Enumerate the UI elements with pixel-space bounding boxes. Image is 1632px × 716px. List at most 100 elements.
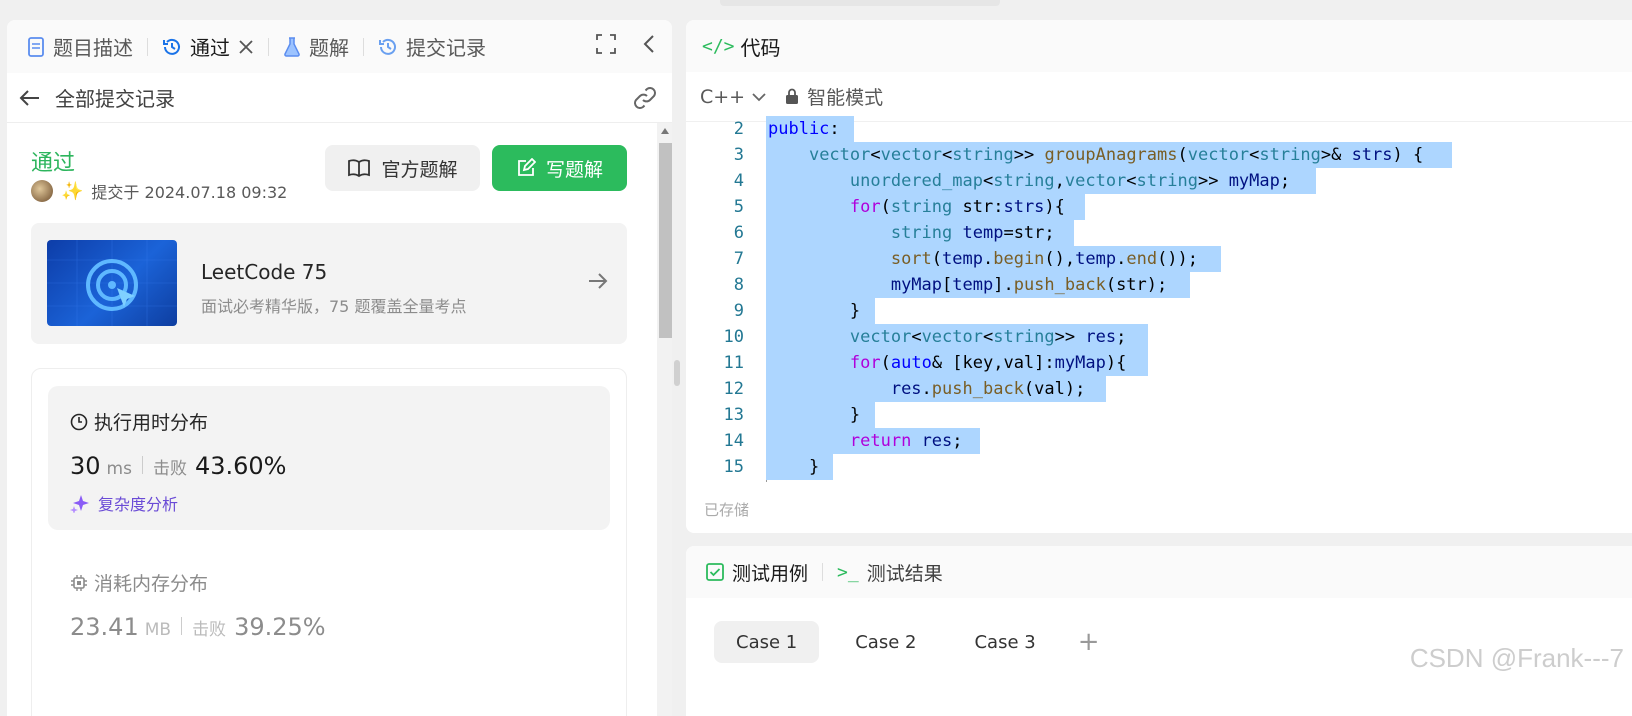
top-strip — [720, 0, 1000, 6]
code-text: string temp=str; — [890, 223, 1055, 243]
button-label: 官方题解 — [381, 158, 458, 181]
code-line[interactable]: 14 return res; — [686, 428, 1632, 454]
chevron-left-icon[interactable] — [642, 34, 656, 54]
code-text: public: — [768, 119, 840, 139]
caret-up-icon[interactable] — [660, 127, 670, 135]
code-line[interactable]: 3 vector<vector<string>> groupAnagrams(v… — [686, 142, 1632, 168]
line-number: 4 — [733, 171, 744, 191]
language-select[interactable]: C++ — [700, 86, 767, 108]
target-cursor-icon — [47, 240, 177, 326]
code-line[interactable]: 4 unordered_map<string,vector<string>> m… — [686, 168, 1632, 194]
code-text: return res; — [849, 431, 963, 451]
line-number: 9 — [733, 301, 744, 321]
smart-mode-toggle[interactable]: 智能模式 — [785, 83, 883, 110]
write-solution-button[interactable]: 写题解 — [492, 145, 627, 191]
promo-image — [47, 240, 177, 326]
fullscreen-icon[interactable] — [596, 34, 616, 54]
code-text: unordered_map<string,vector<string>> myM… — [849, 171, 1291, 191]
promo-card[interactable]: LeetCode 75 面试必考精华版，75 题覆盖全量考点 — [31, 223, 627, 344]
code-text: res.push_back(val); — [890, 379, 1086, 399]
case-tab[interactable]: Case 3 — [952, 621, 1057, 663]
tab-label: 测试用例 — [732, 562, 809, 585]
arrow-right-icon — [589, 273, 608, 289]
code-line[interactable]: 9 } — [686, 298, 1632, 324]
document-icon — [28, 36, 44, 57]
beat-label: 击败 — [192, 620, 227, 640]
promo-subtitle: 面试必考精华版，75 题覆盖全量考点 — [201, 297, 467, 316]
code-line[interactable]: 8 myMap[temp].push_back(str); — [686, 272, 1632, 298]
avatar[interactable] — [31, 180, 53, 202]
runtime-heading: 执行用时分布 — [70, 408, 208, 435]
code-line[interactable]: 7 sort(temp.begin(),temp.end()); — [686, 246, 1632, 272]
language-label: C++ — [700, 85, 746, 108]
chevron-down-icon — [752, 92, 766, 101]
code-text: myMap[temp].push_back(str); — [890, 275, 1168, 295]
line-number: 10 — [723, 327, 744, 347]
code-text: } — [768, 405, 861, 425]
memory-unit: MB — [144, 620, 172, 640]
complexity-analysis-link[interactable]: 复杂度分析 — [70, 491, 178, 515]
case-tab[interactable]: Case 1 — [714, 621, 820, 663]
official-solution-button[interactable]: 官方题解 — [325, 145, 480, 191]
line-number: 14 — [723, 431, 744, 451]
test-tabbar: 测试用例 >_ 测试结果 — [686, 546, 1632, 598]
code-panel: </> 代码 C++ 智能模式 2 public: 3 vector<vector<… — [686, 20, 1632, 533]
tab-testcases[interactable]: 测试用例 — [706, 559, 808, 586]
flask-icon — [284, 36, 300, 57]
history-icon — [379, 38, 396, 55]
submission-panel: 题目描述 通过 题解 提交记录 全部提交记录 通过 ✨ 提交于 2024.07.… — [7, 20, 672, 716]
button-label: 写题解 — [545, 158, 603, 181]
sparkle-icon — [70, 495, 89, 513]
runtime-value: 30 — [70, 452, 101, 480]
tab-accepted[interactable]: 通过 — [162, 32, 254, 61]
panel-actions — [596, 34, 656, 54]
language-bar: C++ 智能模式 — [686, 72, 1632, 122]
code-text: for(string str:strs){ — [849, 197, 1065, 217]
tab-testresults[interactable]: >_ 测试结果 — [837, 559, 943, 586]
submission-status: 通过 — [31, 151, 76, 176]
close-icon[interactable] — [238, 39, 254, 55]
submission-meta: ✨ 提交于 2024.07.18 09:32 — [31, 179, 287, 203]
code-line[interactable]: 12 res.push_back(val); — [686, 376, 1632, 402]
code-editor[interactable]: 2 public: 3 vector<vector<string>> groupAn… — [686, 116, 1632, 482]
tab-label: 通过 — [190, 36, 230, 60]
code-text: sort(temp.begin(),temp.end()); — [890, 249, 1199, 269]
tab-label: 测试结果 — [866, 562, 943, 585]
tab-submissions[interactable]: 提交记录 — [378, 32, 486, 61]
link-icon[interactable] — [632, 85, 658, 111]
stats-card: 执行用时分布 30 ms 击败 43.60% 复杂度分析 消耗内存分布 23.4… — [31, 368, 627, 716]
code-line[interactable]: 10 vector<vector<string>> res; — [686, 324, 1632, 350]
runtime-section[interactable]: 执行用时分布 30 ms 击败 43.60% 复杂度分析 — [48, 386, 610, 530]
code-line[interactable]: 15 } — [686, 454, 1632, 480]
saved-status: 已存储 — [704, 501, 750, 519]
code-line[interactable]: 5 for(string str:strs){ — [686, 194, 1632, 220]
code-line[interactable]: 2 public: — [686, 116, 1632, 142]
scrollbar[interactable] — [657, 123, 672, 716]
scrollbar-thumb[interactable] — [659, 143, 672, 338]
resize-handle[interactable] — [674, 360, 680, 386]
complexity-label: 复杂度分析 — [98, 495, 179, 514]
tab-description[interactable]: 题目描述 — [27, 32, 133, 61]
runtime-beat: 43.60% — [194, 452, 287, 480]
case-tab[interactable]: Case 2 — [833, 621, 938, 663]
line-number: 7 — [733, 249, 744, 269]
code-line[interactable]: 6 string temp=str; — [686, 220, 1632, 246]
code-text: vector<vector<string>> groupAnagrams(vec… — [808, 145, 1424, 165]
submission-detail: 通过 ✨ 提交于 2024.07.18 09:32 官方题解 写题解 LeetC… — [7, 123, 657, 716]
tab-solutions[interactable]: 题解 — [283, 32, 349, 61]
memory-value: 23.41 — [70, 613, 139, 641]
lock-icon — [786, 88, 799, 104]
panel-tabbar: 题目描述 通过 题解 提交记录 — [7, 20, 672, 73]
tab-divider — [363, 37, 364, 56]
code-line[interactable]: 11 for(auto& [key,val]:myMap){ — [686, 350, 1632, 376]
code-line[interactable]: 13 } — [686, 402, 1632, 428]
tab-divider — [822, 563, 824, 581]
tab-divider — [147, 37, 148, 56]
back-bar[interactable]: 全部提交记录 — [7, 73, 672, 123]
arrow-left-icon[interactable] — [19, 89, 41, 107]
promo-title: LeetCode 75 — [201, 260, 328, 284]
tab-label: 题目描述 — [53, 36, 133, 60]
code-header: </> 代码 — [686, 20, 1632, 72]
divider — [141, 456, 143, 474]
add-case-button[interactable]: + — [1072, 621, 1106, 663]
